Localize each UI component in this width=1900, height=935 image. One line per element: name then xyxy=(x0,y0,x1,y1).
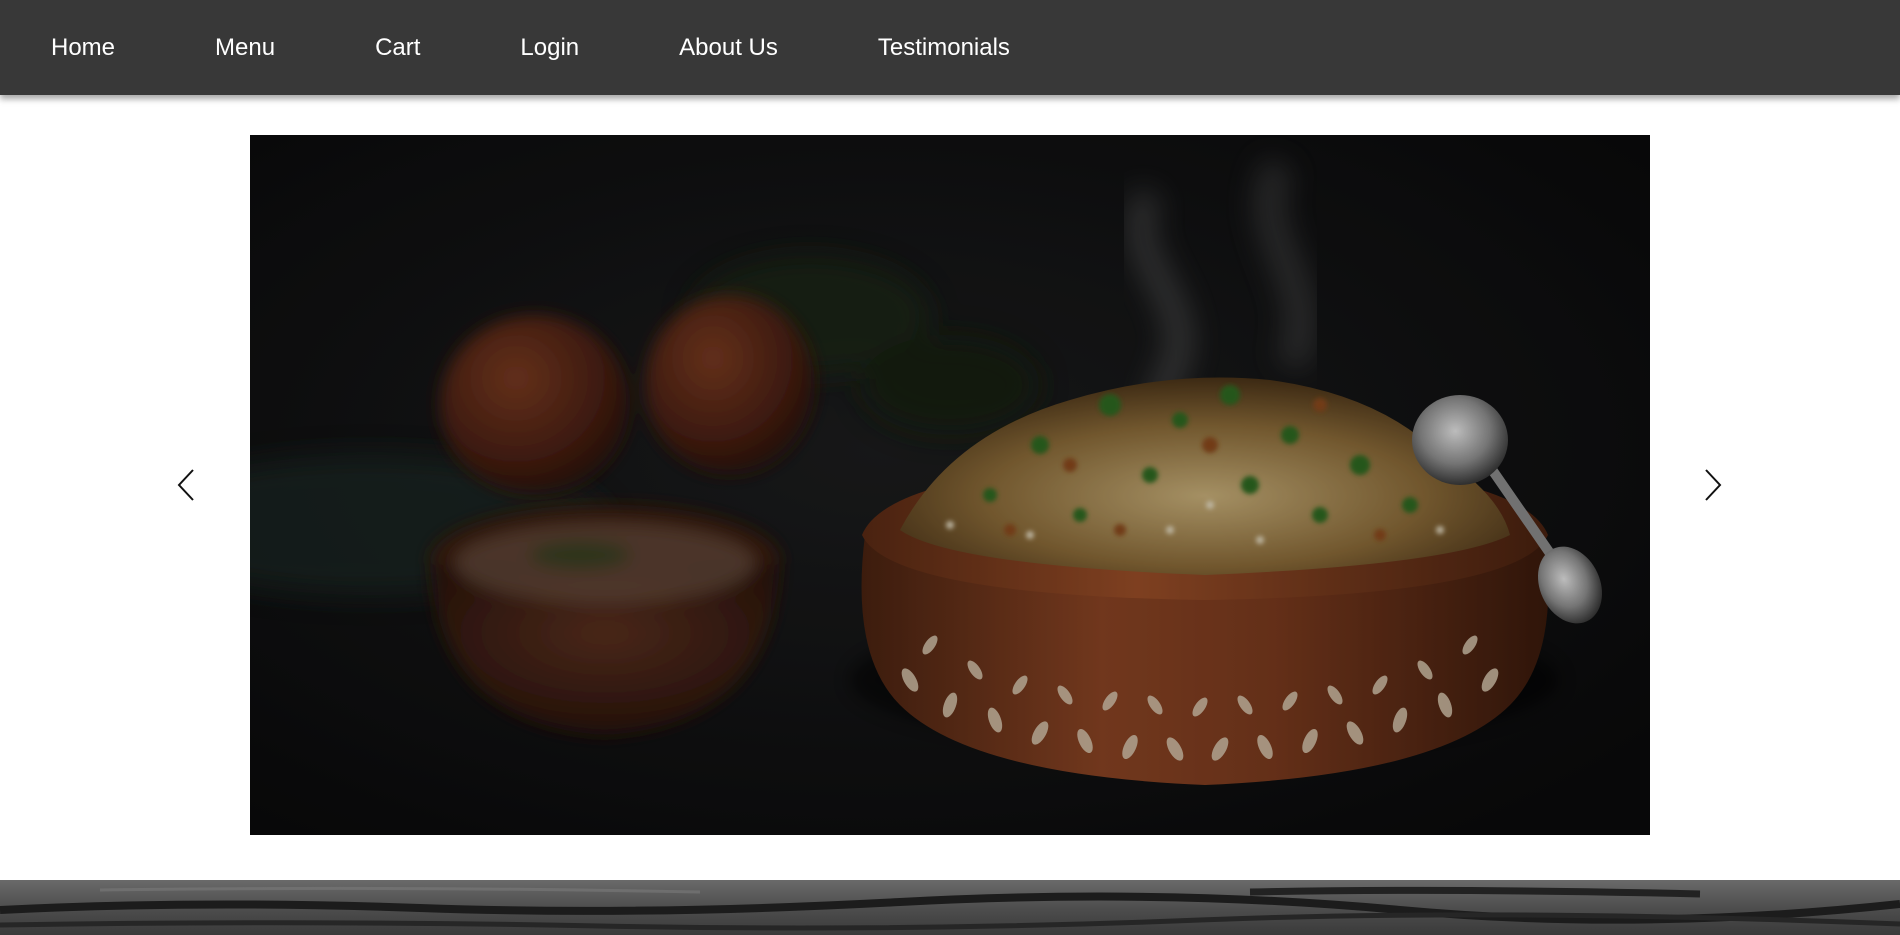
nav-testimonials-link[interactable]: Testimonials xyxy=(878,34,1010,62)
top-navbar: Home Menu Cart Login About Us Testimonia… xyxy=(0,0,1900,95)
wood-texture-image xyxy=(0,880,1900,935)
nav-about-us-link[interactable]: About Us xyxy=(679,34,778,62)
carousel-prev-button[interactable] xyxy=(166,465,206,505)
footer-wood-background xyxy=(0,880,1900,935)
biryani-photo xyxy=(250,135,1650,835)
carousel-slide-image xyxy=(250,135,1650,835)
chevron-right-icon xyxy=(1705,469,1722,501)
nav-home-link[interactable]: Home xyxy=(51,34,115,62)
nav-cart-link[interactable]: Cart xyxy=(375,34,420,62)
carousel-next-button[interactable] xyxy=(1693,465,1733,505)
nav-menu-link[interactable]: Menu xyxy=(215,34,275,62)
nav-list: Home Menu Cart Login About Us Testimonia… xyxy=(0,0,1900,95)
nav-login-link[interactable]: Login xyxy=(520,34,579,62)
hero-carousel xyxy=(0,95,1900,880)
chevron-left-icon xyxy=(177,469,194,501)
